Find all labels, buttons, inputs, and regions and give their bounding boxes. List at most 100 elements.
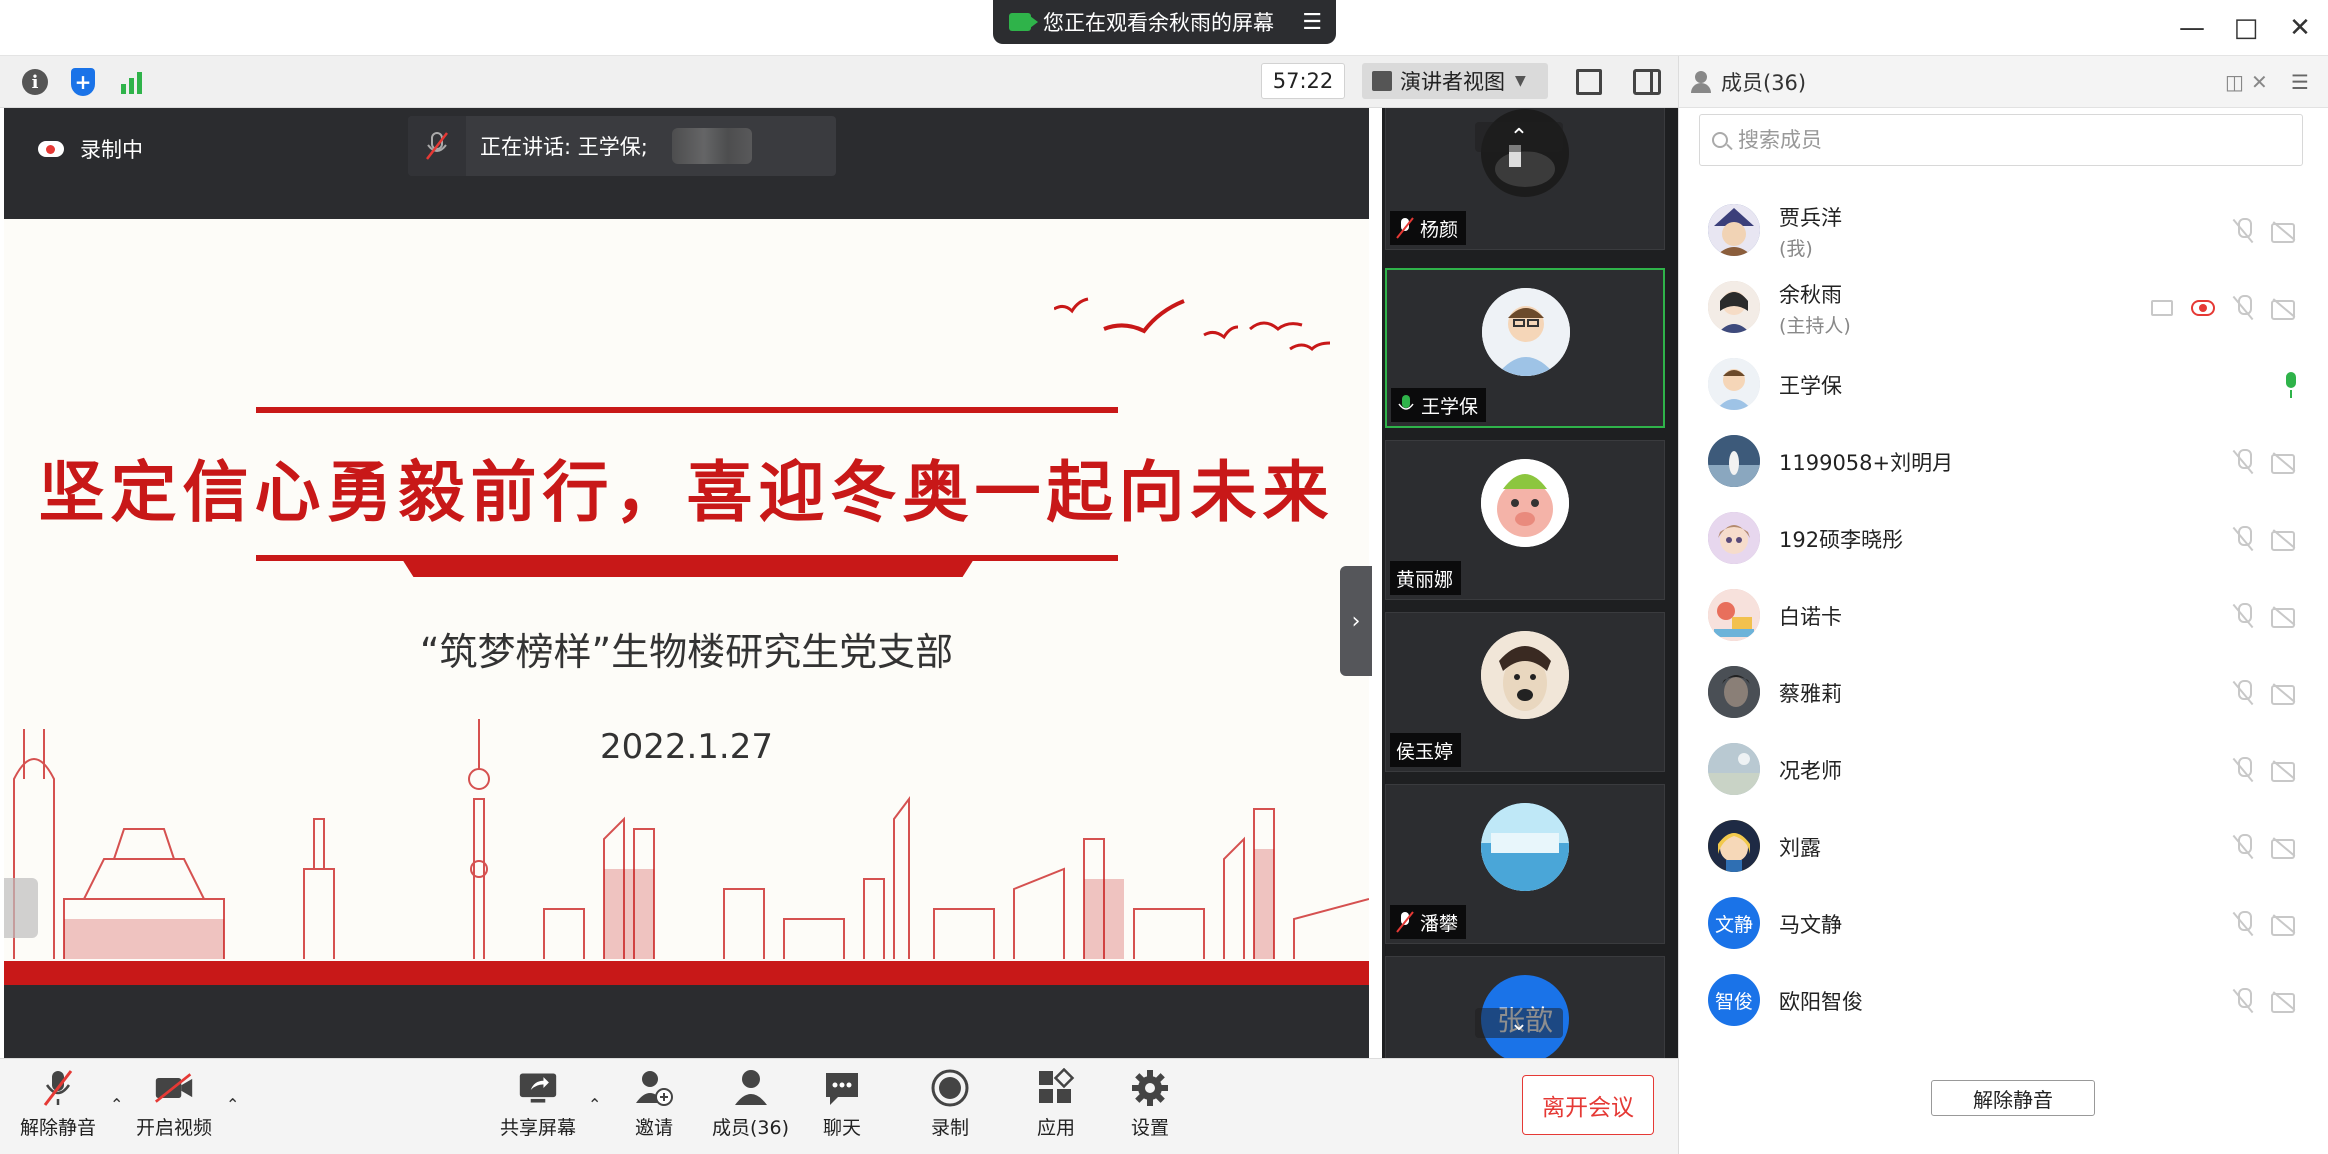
close-panel-icon[interactable]: ✕ xyxy=(2251,70,2268,94)
camera-off-icon xyxy=(2271,298,2301,320)
chat-icon xyxy=(822,1069,862,1107)
video-tile[interactable]: 潘攀 xyxy=(1385,784,1665,944)
search-members[interactable] xyxy=(1699,114,2303,166)
member-name: 马文静 xyxy=(1779,913,1842,937)
member-name: 白诺卡 xyxy=(1779,605,1842,629)
tile-name-tag: 侯玉婷 xyxy=(1390,733,1462,767)
members-button[interactable]: 成员(36) xyxy=(712,1069,789,1140)
popout-icon[interactable]: ◫ xyxy=(2225,70,2244,94)
camera-off-icon xyxy=(2271,683,2301,705)
member-row[interactable]: 贾兵洋 (我) xyxy=(1679,192,2328,269)
sidebar-icon xyxy=(1633,69,1661,95)
camera-icon xyxy=(1009,13,1038,31)
chat-label: 聊天 xyxy=(822,1117,861,1139)
meeting-toolbar: i + 57:22 演讲者视图 ▼ xyxy=(0,56,1678,108)
apps-button[interactable]: 应用 xyxy=(1036,1068,1076,1140)
floating-handle[interactable] xyxy=(4,878,38,938)
video-tile[interactable]: 王学保 xyxy=(1385,268,1665,428)
search-icon xyxy=(1712,132,1728,148)
mic-off-icon xyxy=(2233,834,2253,860)
member-row[interactable]: 白诺卡 xyxy=(1679,577,2328,654)
search-input[interactable] xyxy=(1738,128,2278,152)
collapse-strip-button[interactable]: › xyxy=(1340,566,1372,676)
scroll-up-button[interactable]: ⌃ xyxy=(1475,122,1563,152)
member-row[interactable]: 文静 马文静 xyxy=(1679,885,2328,962)
start-video-button[interactable]: 开启视频 xyxy=(136,1069,212,1140)
camera-off-icon xyxy=(2271,606,2301,628)
minimize-button[interactable]: — xyxy=(2172,8,2212,48)
birds-graphic xyxy=(1054,297,1331,352)
member-role: (我) xyxy=(1779,238,1813,260)
tile-name: 侯玉婷 xyxy=(1396,740,1454,763)
member-name: 况老师 xyxy=(1779,759,1842,783)
more-menu-icon[interactable]: ☰ xyxy=(2291,70,2309,94)
screen-sharing-banner[interactable]: 您正在观看余秋雨的屏幕 ☰ xyxy=(993,0,1336,44)
record-icon xyxy=(930,1069,970,1107)
share-screen-icon xyxy=(518,1069,558,1107)
mic-off-icon xyxy=(2233,218,2253,244)
mic-off-icon xyxy=(2233,680,2253,706)
avatar xyxy=(1708,435,1760,487)
leave-meeting-button[interactable]: 离开会议 xyxy=(1522,1075,1654,1135)
users-icon xyxy=(731,1069,771,1107)
chat-button[interactable]: 聊天 xyxy=(822,1069,862,1140)
audio-options-caret[interactable]: ⌃ xyxy=(110,1095,123,1114)
slide-ribbon xyxy=(402,559,974,577)
security-button[interactable]: + xyxy=(66,65,100,99)
member-row[interactable]: 智俊 欧阳智俊 xyxy=(1679,962,2328,1039)
slide-red-band xyxy=(4,961,1369,985)
toggle-sidebar-button[interactable] xyxy=(1630,65,1664,99)
avatar xyxy=(1482,288,1570,376)
unmute-all-button[interactable]: 解除静音 xyxy=(1931,1080,2095,1116)
video-tile[interactable]: 侯玉婷 xyxy=(1385,612,1665,772)
avatar xyxy=(1708,743,1760,795)
camera-off-icon xyxy=(2271,221,2301,243)
member-row[interactable]: 刘露 xyxy=(1679,808,2328,885)
avatar xyxy=(1481,803,1569,891)
camera-off-icon xyxy=(2271,837,2301,859)
member-name: 欧阳智俊 xyxy=(1779,990,1863,1014)
member-row[interactable]: 蔡雅莉 xyxy=(1679,654,2328,731)
video-tile[interactable]: 黄丽娜 xyxy=(1385,440,1665,600)
member-row[interactable]: 王学保 xyxy=(1679,346,2328,423)
mic-off-icon xyxy=(2233,526,2253,552)
shared-screen-stage: 录制中 正在讲话: 王学保; 坚定信心勇毅前行，喜迎冬奥一起向未来 “筑梦榜样”… xyxy=(4,108,1372,1058)
member-row[interactable]: 况老师 xyxy=(1679,731,2328,808)
member-role: (主持人) xyxy=(1779,315,1851,337)
chevron-down-icon: ⌄ xyxy=(1509,1010,1529,1036)
avatar: 文静 xyxy=(1708,897,1760,949)
unmute-button[interactable]: 解除静音 xyxy=(20,1069,96,1140)
record-button[interactable]: 录制 xyxy=(930,1069,970,1140)
apps-label: 应用 xyxy=(1036,1117,1075,1139)
view-mode-dropdown[interactable]: 演讲者视图 ▼ xyxy=(1362,63,1548,99)
settings-button[interactable]: 设置 xyxy=(1130,1069,1170,1140)
scroll-down-button[interactable]: ⌄ xyxy=(1475,1008,1563,1038)
signal-icon xyxy=(120,70,142,94)
member-row[interactable]: 192硕李晓彤 xyxy=(1679,500,2328,577)
menu-icon[interactable]: ☰ xyxy=(1302,10,1322,35)
network-button[interactable] xyxy=(114,65,148,99)
video-options-caret[interactable]: ⌃ xyxy=(226,1095,239,1114)
camera-off-icon xyxy=(2271,914,2301,936)
invite-button[interactable]: 邀请 xyxy=(634,1069,674,1140)
share-options-caret[interactable]: ⌃ xyxy=(588,1095,601,1114)
member-name: 蔡雅莉 xyxy=(1779,682,1842,706)
sharing-text: 您正在观看余秋雨的屏幕 xyxy=(1043,11,1274,35)
maximize-button[interactable]: □ xyxy=(2226,8,2266,48)
tile-name-tag: 潘攀 xyxy=(1390,905,1467,939)
mic-off-icon xyxy=(2233,988,2253,1014)
video-tile[interactable]: 张歆 xyxy=(1385,956,1665,1058)
share-screen-button[interactable]: 共享屏幕 xyxy=(500,1069,576,1140)
fullscreen-button[interactable] xyxy=(1572,65,1606,99)
members-list: 贾兵洋 (我) 余秋雨 (主持人) 王学保 1199058+刘明月 192硕李晓… xyxy=(1679,192,2328,1039)
recording-indicator: 录制中 xyxy=(38,134,143,164)
member-status-icons xyxy=(2233,218,2301,244)
apps-icon xyxy=(1036,1068,1076,1107)
close-button[interactable]: ✕ xyxy=(2280,8,2320,48)
member-status-icons xyxy=(2233,911,2301,937)
member-row[interactable]: 1199058+刘明月 xyxy=(1679,423,2328,500)
members-panel-title: 成员(36) xyxy=(1721,70,1807,95)
avatar xyxy=(1708,512,1760,564)
member-row[interactable]: 余秋雨 (主持人) xyxy=(1679,269,2328,346)
meeting-info-button[interactable]: i xyxy=(18,65,52,99)
